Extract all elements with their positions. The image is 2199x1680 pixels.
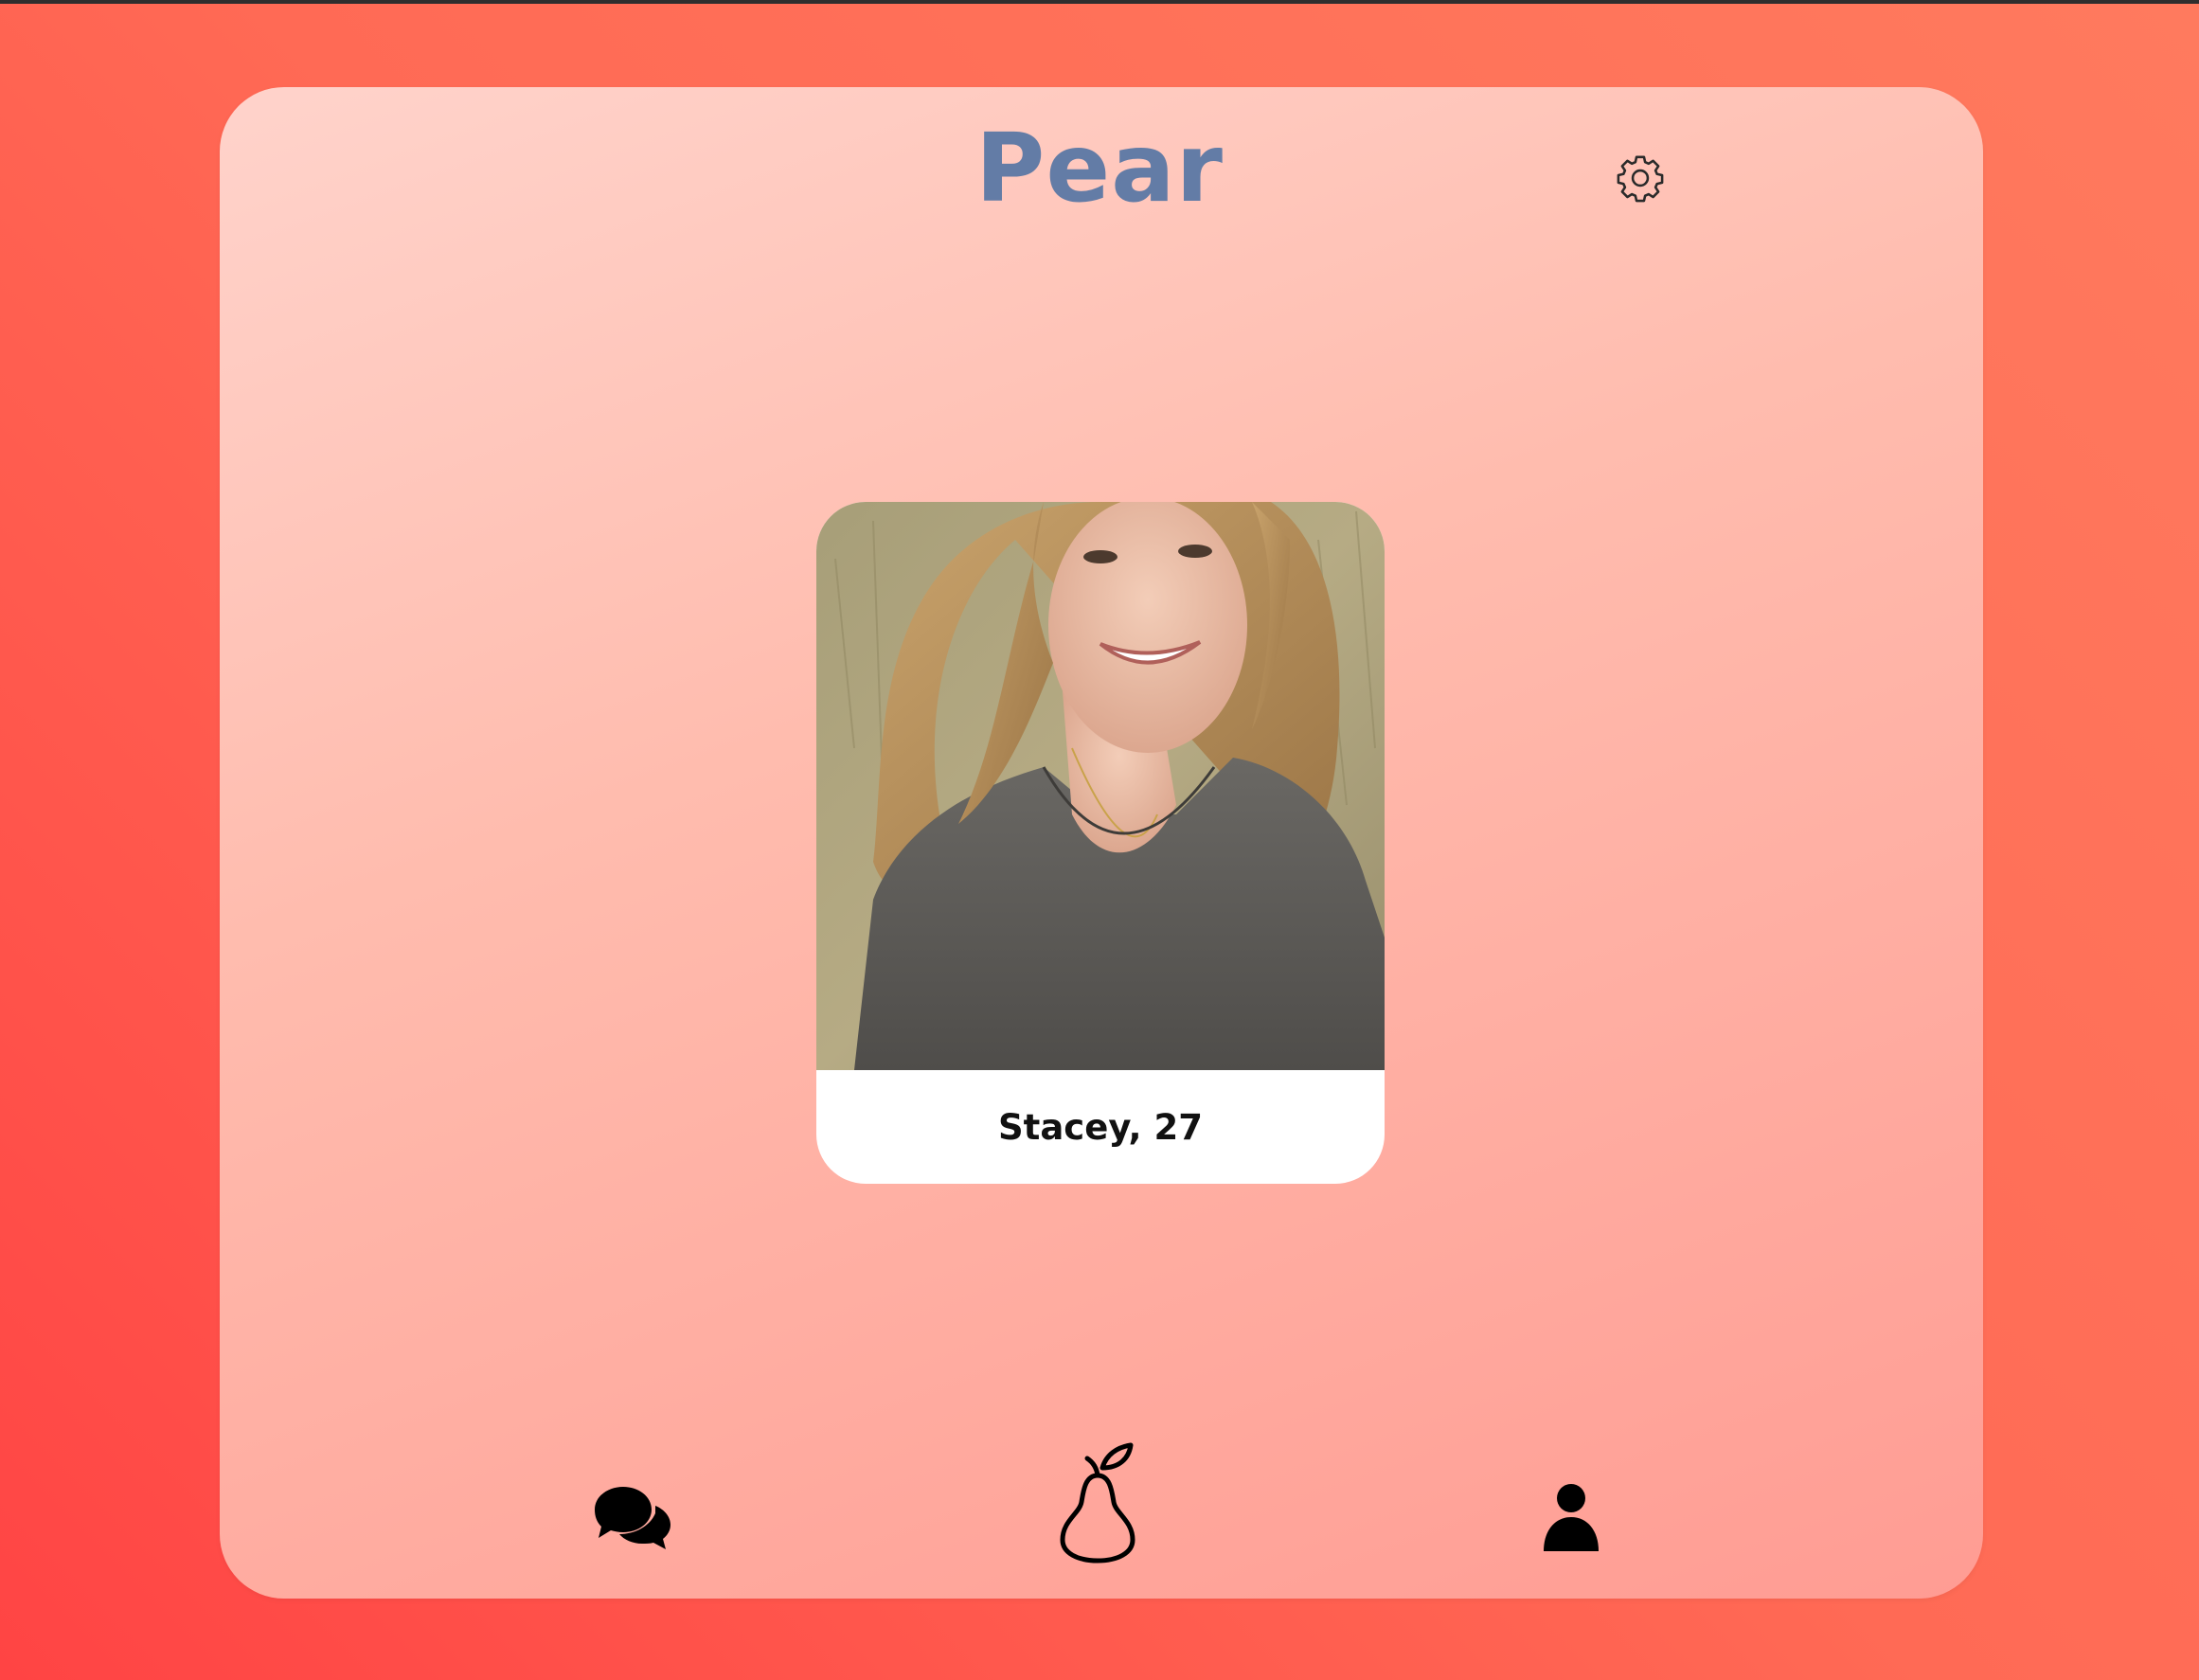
profile-photo <box>816 502 1385 1070</box>
chat-bubbles-icon <box>595 1487 670 1549</box>
person-icon <box>1544 1484 1599 1551</box>
nav-discover-button[interactable] <box>1055 1441 1140 1564</box>
profile-card[interactable]: Stacey, 27 <box>816 502 1385 1184</box>
settings-button[interactable] <box>1614 152 1667 205</box>
nav-profile-button[interactable] <box>1542 1483 1600 1553</box>
app-title: Pear <box>975 113 1224 223</box>
window-top-edge <box>0 0 2199 4</box>
nav-chat-button[interactable] <box>589 1483 672 1551</box>
pear-icon <box>1060 1442 1135 1564</box>
profile-name-age: Stacey, 27 <box>997 1106 1203 1148</box>
gear-icon <box>1617 155 1664 203</box>
